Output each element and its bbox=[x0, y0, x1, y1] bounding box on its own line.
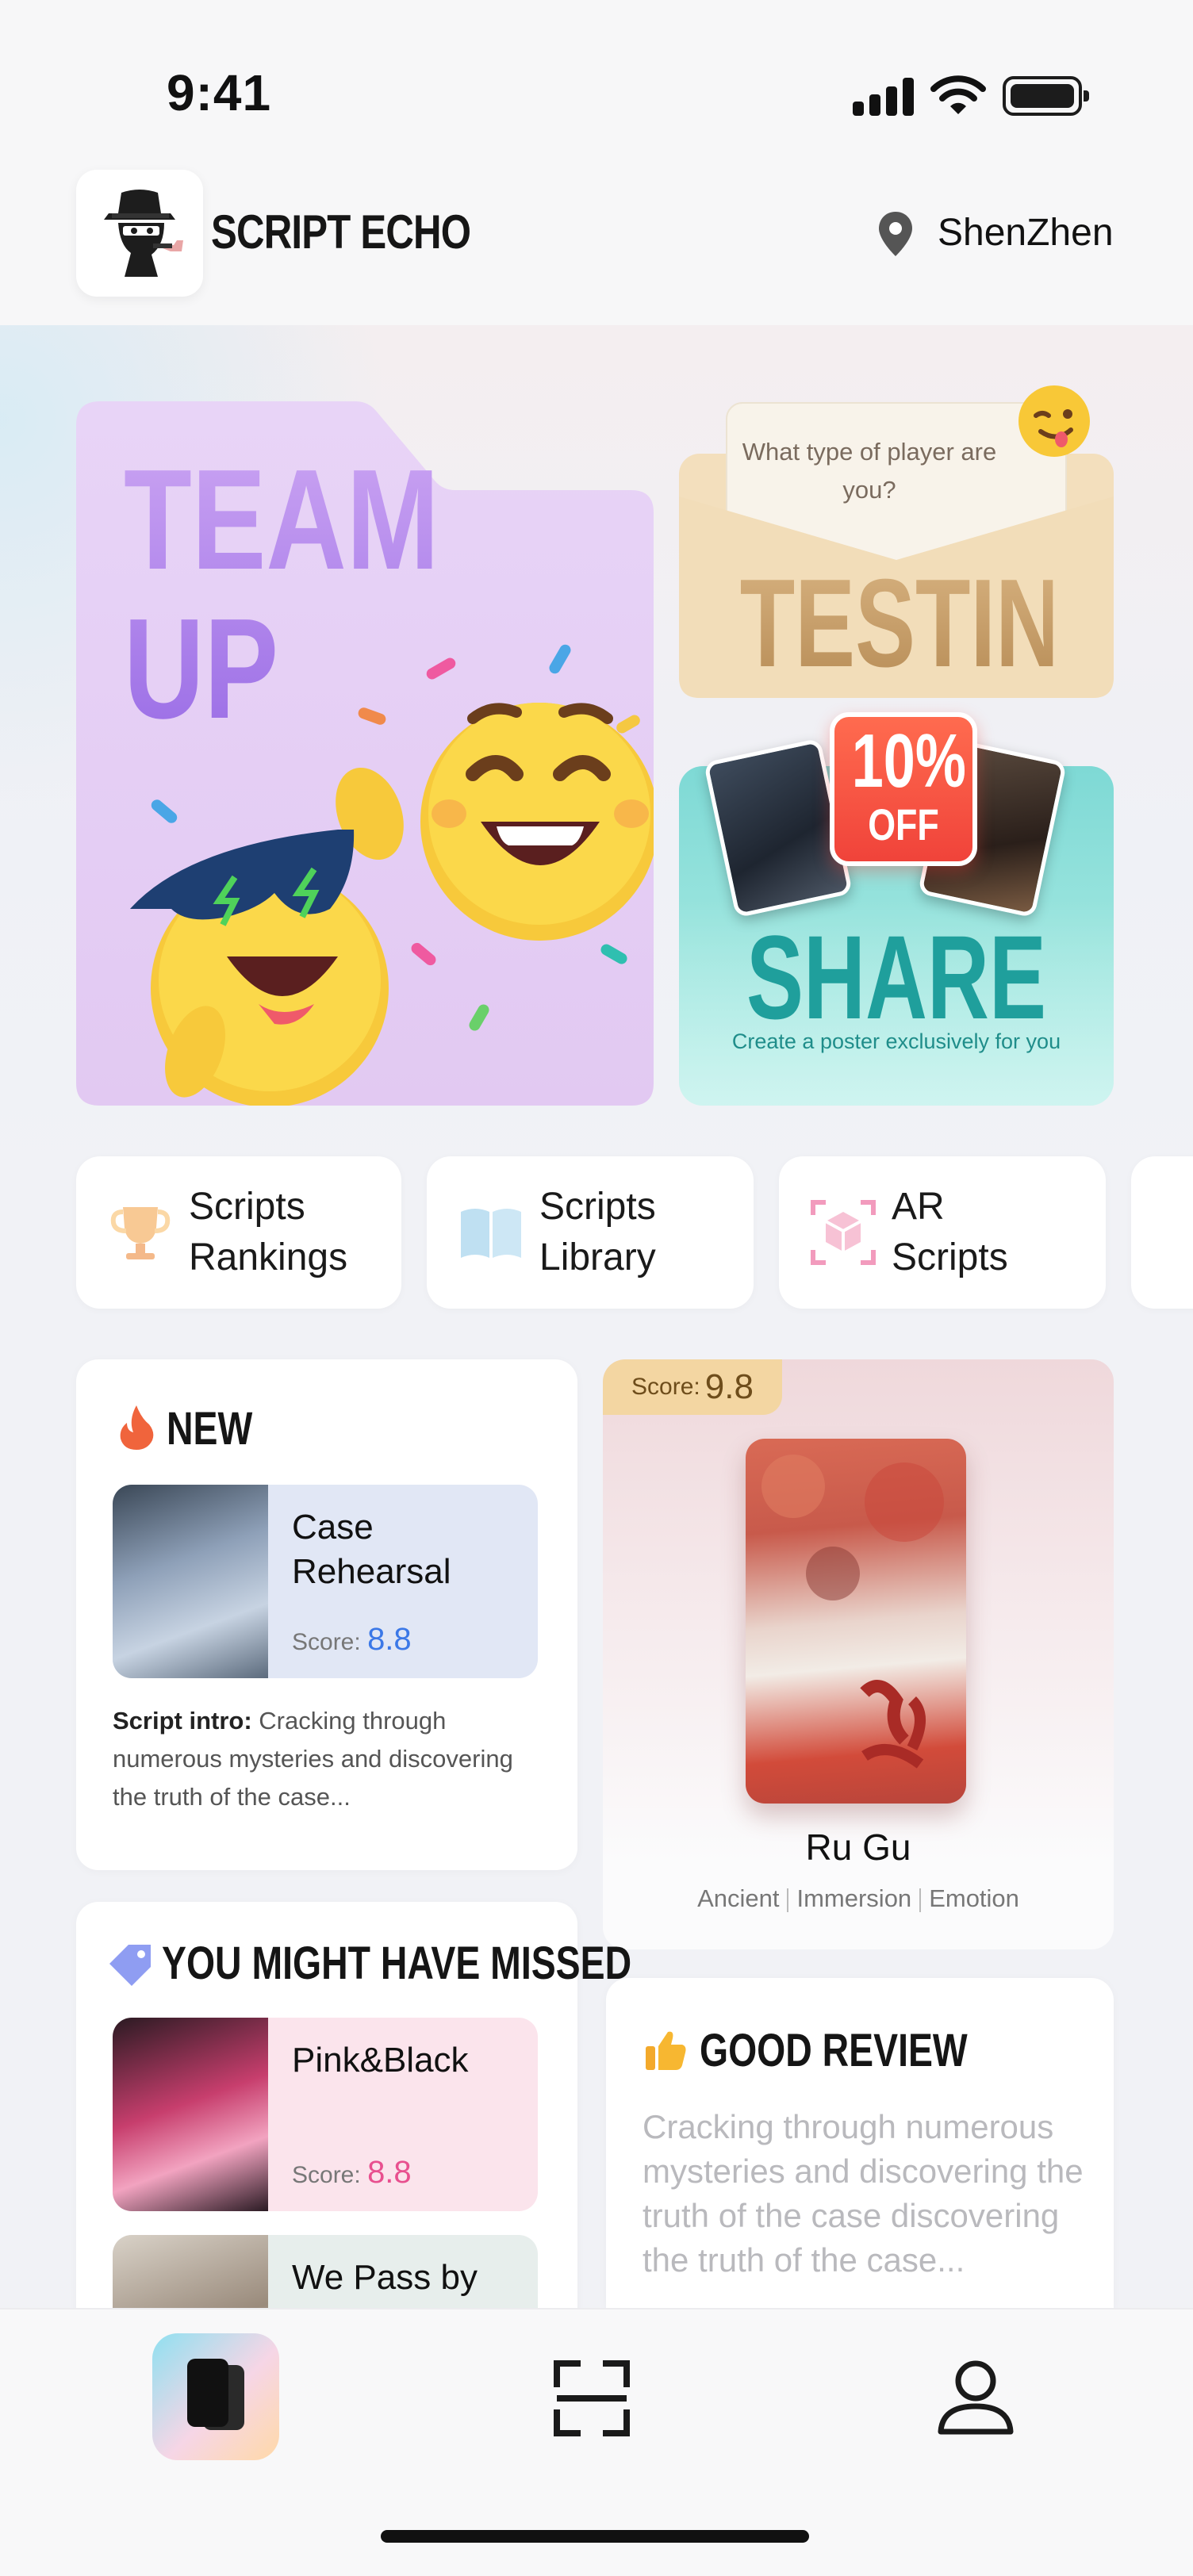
app-name: SCRIPT ECHO bbox=[211, 205, 471, 259]
featured-tags: Ancient Immersion Emotion bbox=[697, 1884, 1019, 1912]
review-text: Cracking through numerous mysteries and … bbox=[643, 2108, 1084, 2279]
nav-ar-scripts[interactable]: AR Scripts bbox=[779, 1156, 1106, 1309]
testing-question: What type of player are you? bbox=[742, 438, 997, 504]
nav-label: Scripts Library bbox=[539, 1186, 656, 1278]
testing-title: TESTING bbox=[740, 552, 1131, 696]
script-intro: Script intro: Cracking through numerous … bbox=[113, 1707, 513, 1811]
fire-icon bbox=[120, 1405, 154, 1450]
detective-icon bbox=[104, 190, 183, 277]
nav-scripts-rankings[interactable]: Scripts Rankings bbox=[76, 1156, 401, 1309]
scan-tab[interactable] bbox=[554, 2360, 630, 2436]
featured-score-tag: Score: 9.8 bbox=[603, 1359, 782, 1415]
app-logo bbox=[76, 170, 203, 297]
status-time: 9:41 bbox=[167, 64, 272, 121]
review-section-card[interactable]: GOOD REVIEW Cracking through numerous my… bbox=[606, 1978, 1114, 2308]
share-subtitle: Create a poster exclusively for you bbox=[731, 1029, 1061, 1053]
cards-home-icon bbox=[187, 2359, 244, 2430]
featured-script-card[interactable]: Score: 9.8 Ru Gu Ancient Immersion Emotion bbox=[603, 1359, 1114, 1949]
emoji-friends-illustration bbox=[130, 644, 654, 1106]
thumbs-up-icon bbox=[646, 2031, 686, 2070]
profile-tab[interactable] bbox=[936, 2357, 1015, 2436]
ar-cube-icon bbox=[807, 1197, 879, 1268]
nav-label: Scripts Rankings bbox=[189, 1186, 348, 1278]
review-section-title: GOOD REVIEW bbox=[700, 2025, 968, 2076]
missed-section-card[interactable]: YOU MIGHT HAVE MISSED Pink&Black Score: … bbox=[76, 1902, 631, 2378]
wifi-icon bbox=[930, 75, 986, 114]
missed-section-title: YOU MIGHT HAVE MISSED bbox=[162, 1938, 632, 1989]
script-score: Score: 8.8 bbox=[292, 2155, 412, 2190]
trophy-icon bbox=[105, 1197, 176, 1268]
nav-label: AR Scripts bbox=[892, 1186, 1008, 1278]
discount-badge: 10% OFF bbox=[830, 712, 977, 866]
script-item-case-rehearsal[interactable]: Case Rehearsal Score: 8.8 bbox=[113, 1485, 538, 1678]
nav-more-partial[interactable] bbox=[1131, 1156, 1193, 1309]
new-section-title: NEW bbox=[167, 1403, 253, 1455]
cellular-signal-icon bbox=[853, 78, 915, 116]
featured-name: Ru Gu bbox=[805, 1827, 911, 1868]
new-section-card[interactable]: NEW Case Rehearsal Score: 8.8 Script int… bbox=[76, 1359, 577, 1870]
app-screen: 9:41 SCRIPT ECHO ShenZhen TEAM UP What t… bbox=[0, 0, 1193, 2576]
location-label[interactable]: ShenZhen bbox=[938, 211, 1114, 255]
nav-scripts-library[interactable]: Scripts Library bbox=[427, 1156, 754, 1309]
winking-emoji-icon bbox=[1018, 385, 1090, 457]
featured-poster bbox=[746, 1439, 966, 1804]
script-cover bbox=[113, 1485, 268, 1678]
script-name: Case Rehearsal bbox=[292, 1508, 451, 1591]
home-tab[interactable] bbox=[152, 2333, 279, 2460]
script-cover bbox=[113, 2018, 268, 2211]
team-up-banner[interactable]: TEAM UP bbox=[76, 401, 654, 1106]
battery-icon bbox=[1003, 76, 1089, 116]
book-icon bbox=[455, 1197, 527, 1268]
home-indicator bbox=[381, 2530, 809, 2543]
script-item-pink-black[interactable]: Pink&Black Score: 8.8 bbox=[113, 2018, 538, 2211]
location-pin-icon bbox=[879, 212, 912, 256]
discount-off-label: OFF bbox=[868, 799, 939, 849]
discount-percent: 10% bbox=[851, 719, 966, 803]
script-score: Score: 8.8 bbox=[292, 1622, 412, 1657]
script-name: Pink&Black bbox=[292, 2041, 469, 2080]
tag-icon bbox=[109, 1945, 151, 1986]
script-name: We Pass by bbox=[292, 2258, 478, 2297]
